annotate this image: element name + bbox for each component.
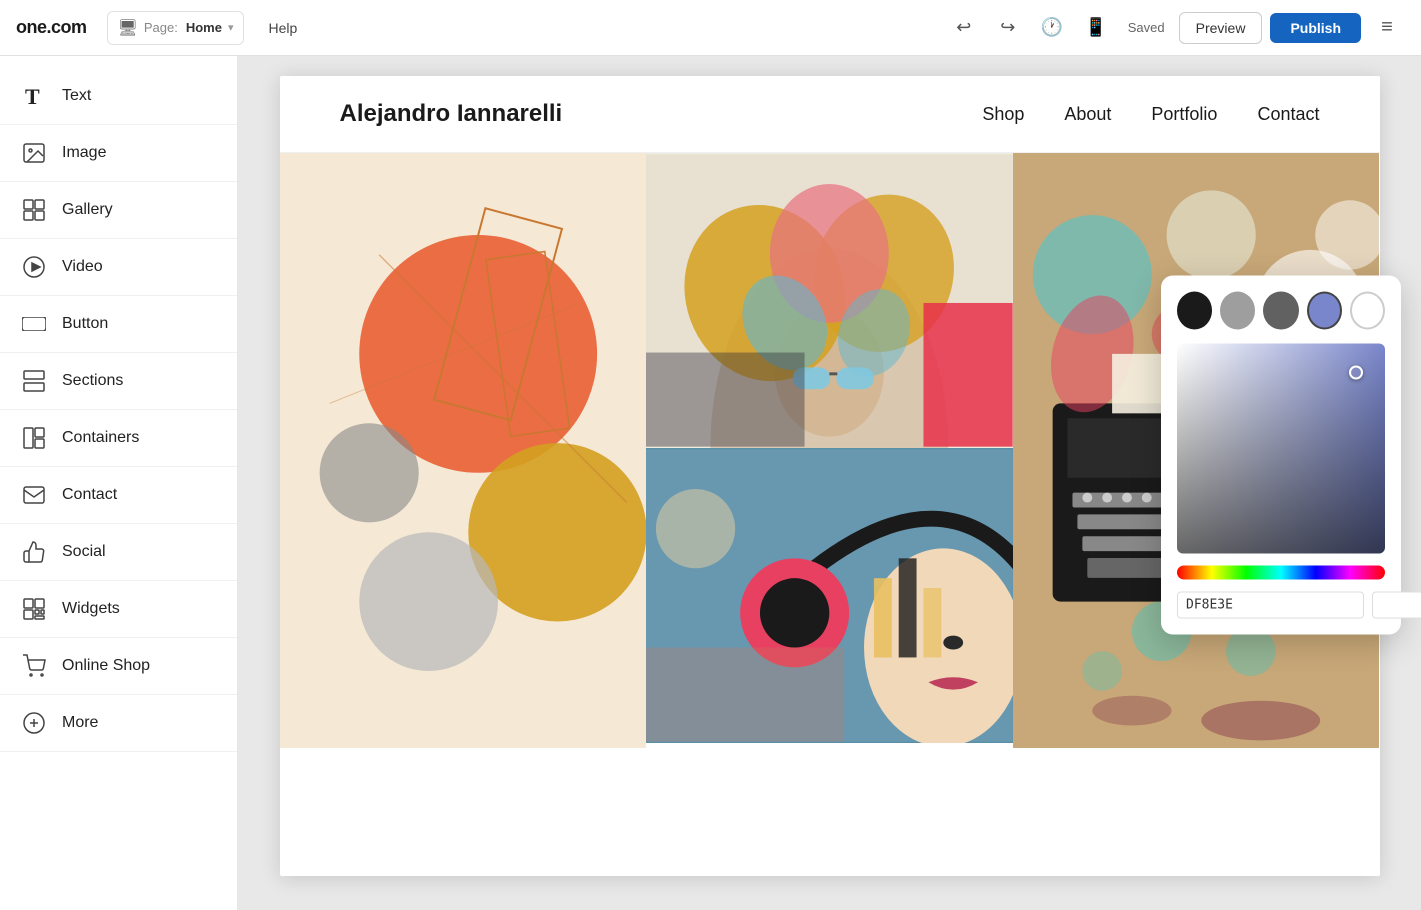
sidebar-label-containers: Containers [62,429,139,447]
sidebar-item-text[interactable]: T Text [0,68,237,125]
color-cursor [1349,366,1363,380]
sidebar-item-contact[interactable]: Contact [0,467,237,524]
sidebar-item-online-shop[interactable]: Online Shop [0,638,237,695]
swatch-white[interactable] [1350,292,1385,330]
nav-shop[interactable]: Shop [982,104,1024,125]
widgets-icon [20,595,48,623]
more-menu-button[interactable]: ≡ [1369,10,1405,46]
sidebar-item-button[interactable]: Button [0,296,237,353]
sidebar-label-gallery: Gallery [62,201,113,219]
color-spectrum-slider[interactable] [1177,566,1385,580]
color-gradient-box[interactable] [1177,344,1385,554]
video-icon [20,253,48,281]
gallery-item-2[interactable] [646,153,1013,448]
nav-about[interactable]: About [1064,104,1111,125]
more-icon [20,709,48,737]
color-r-input[interactable] [1372,592,1421,619]
site-nav: Shop About Portfolio Contact [982,104,1319,125]
sidebar-label-image: Image [62,144,106,162]
gallery-col-2 [646,153,1013,753]
sidebar-label-sections: Sections [62,372,123,390]
chevron-down-icon: ▾ [228,21,234,34]
page-icon: 🖥 [118,18,138,38]
logo: one.com [16,17,87,38]
sidebar-item-image[interactable]: Image [0,125,237,182]
swatch-gray-light[interactable] [1220,292,1255,330]
color-swatches [1177,292,1385,330]
sidebar-label-widgets: Widgets [62,600,120,618]
page-label: Page: [144,20,178,35]
online-shop-icon [20,652,48,680]
sidebar-item-gallery[interactable]: Gallery [0,182,237,239]
contact-icon [20,481,48,509]
site-header: Alejandro Iannarelli Shop About Portfoli… [280,76,1380,153]
topbar: one.com 🖥 Page: Home ▾ Help ↩ ↪ 🕐 📱 Save… [0,0,1421,56]
sidebar-item-more[interactable]: More [0,695,237,752]
sidebar-item-video[interactable]: Video [0,239,237,296]
nav-contact[interactable]: Contact [1257,104,1319,125]
color-values [1177,592,1385,619]
sections-icon [20,367,48,395]
publish-button[interactable]: Publish [1270,13,1361,43]
sidebar-label-social: Social [62,543,106,561]
site-logo: Alejandro Iannarelli [340,100,563,128]
saved-status: Saved [1122,20,1171,35]
button-icon [20,310,48,338]
sidebar-item-containers[interactable]: Containers [0,410,237,467]
gallery-icon [20,196,48,224]
gallery-item-3[interactable] [646,448,1013,743]
undo-button[interactable]: ↩ [946,10,982,46]
page-name: Home [186,20,222,35]
swatch-gray-dark[interactable] [1263,292,1298,330]
sidebar-item-widgets[interactable]: Widgets [0,581,237,638]
sidebar-label-online-shop: Online Shop [62,657,150,675]
sidebar-label-button: Button [62,315,108,333]
svg-text:T: T [25,84,40,108]
history-button[interactable]: 🕐 [1034,10,1070,46]
color-picker-panel [1161,276,1401,635]
color-hex-input[interactable] [1177,592,1364,619]
gallery-item-1[interactable] [280,153,647,748]
preview-button[interactable]: Preview [1179,12,1263,44]
sidebar-label-more: More [62,714,98,732]
gallery-col-1 [280,153,647,753]
sidebar-item-sections[interactable]: Sections [0,353,237,410]
text-icon: T [20,82,48,110]
sidebar-item-social[interactable]: Social [0,524,237,581]
sidebar-label-text: Text [62,87,91,105]
sidebar: T Text Image [0,56,238,910]
nav-portfolio[interactable]: Portfolio [1151,104,1217,125]
containers-icon [20,424,48,452]
help-button[interactable]: Help [256,14,309,42]
sidebar-label-video: Video [62,258,103,276]
sidebar-label-contact: Contact [62,486,117,504]
page-selector[interactable]: 🖥 Page: Home ▾ [107,11,245,45]
swatch-black[interactable] [1177,292,1212,330]
image-icon [20,139,48,167]
toolbar-actions: ↩ ↪ 🕐 📱 Saved Preview Publish ≡ [946,10,1405,46]
redo-button[interactable]: ↪ [990,10,1026,46]
mobile-preview-button[interactable]: 📱 [1078,10,1114,46]
swatch-purple[interactable] [1307,292,1342,330]
social-icon [20,538,48,566]
